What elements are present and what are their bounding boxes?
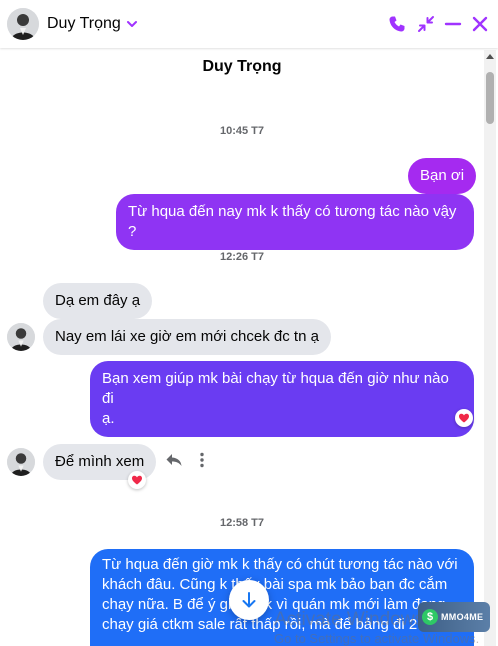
- chat-header: Duy Trọng: [0, 0, 498, 48]
- heart-icon: [459, 413, 469, 423]
- activate-windows-subtext: Go to Settings to activate Windows.: [274, 631, 480, 646]
- outgoing-message[interactable]: Bạn xem giúp mk bài chạy từ hqua đến giờ…: [90, 361, 474, 437]
- scrollbar[interactable]: [484, 50, 496, 646]
- heart-reaction[interactable]: [128, 471, 146, 489]
- phone-icon[interactable]: [387, 14, 407, 34]
- timestamp: 12:58 T7: [219, 517, 265, 529]
- contact-avatar[interactable]: [7, 323, 35, 351]
- conversation-title: Duy Trọng: [202, 58, 282, 75]
- minus-icon[interactable]: [443, 14, 463, 34]
- arrow-down-icon: [242, 592, 256, 608]
- timestamp: 12:26 T7: [219, 251, 265, 263]
- contact-avatar[interactable]: [7, 448, 35, 476]
- message-line: Từ hqua đến giờ mk k thấy có chút tương …: [102, 556, 458, 573]
- scrollbar-thumb[interactable]: [486, 72, 494, 124]
- contact-avatar[interactable]: [7, 8, 39, 40]
- heart-icon: [132, 475, 142, 485]
- outgoing-message[interactable]: Từ hqua đến nay mk k thấy có tương tác n…: [116, 194, 474, 250]
- minimize-arrows-icon[interactable]: [416, 14, 436, 34]
- incoming-message[interactable]: Nay em lái xe giờ em mới chcek đc tn ạ: [43, 319, 331, 355]
- dollar-coin-icon: $: [422, 609, 438, 625]
- message-line: khách đâu. Cũng k thấy bài spa mk bảo bạ…: [102, 576, 448, 593]
- avatar-image: [7, 448, 35, 476]
- message-list[interactable]: Duy Trọng 10:45 T7 Bạn ơi Từ hqua đến na…: [0, 48, 498, 646]
- timestamp: 10:45 T7: [219, 125, 265, 137]
- avatar-image: [7, 323, 35, 351]
- scroll-to-bottom-button[interactable]: [229, 580, 269, 620]
- activate-windows-watermark: Activate Windows: [274, 609, 424, 630]
- message-line: ạ.: [102, 410, 115, 427]
- close-icon[interactable]: [470, 14, 490, 34]
- contact-name[interactable]: Duy Trọng: [47, 15, 121, 33]
- incoming-message[interactable]: Dạ em đây ạ: [43, 283, 153, 319]
- scroll-up-arrow-icon[interactable]: [486, 54, 494, 59]
- avatar-image: [7, 8, 39, 40]
- more-options-icon[interactable]: [192, 450, 212, 470]
- message-line: Bạn xem giúp mk bài chạy từ hqua đến giờ…: [102, 370, 449, 407]
- heart-reaction[interactable]: [455, 409, 473, 427]
- mmo4me-badge: $ MMO4ME: [418, 602, 490, 632]
- chevron-down-icon[interactable]: [125, 17, 139, 31]
- outgoing-message[interactable]: Bạn ơi: [408, 158, 477, 194]
- badge-text: MMO4ME: [441, 612, 484, 622]
- reply-icon[interactable]: [164, 450, 184, 470]
